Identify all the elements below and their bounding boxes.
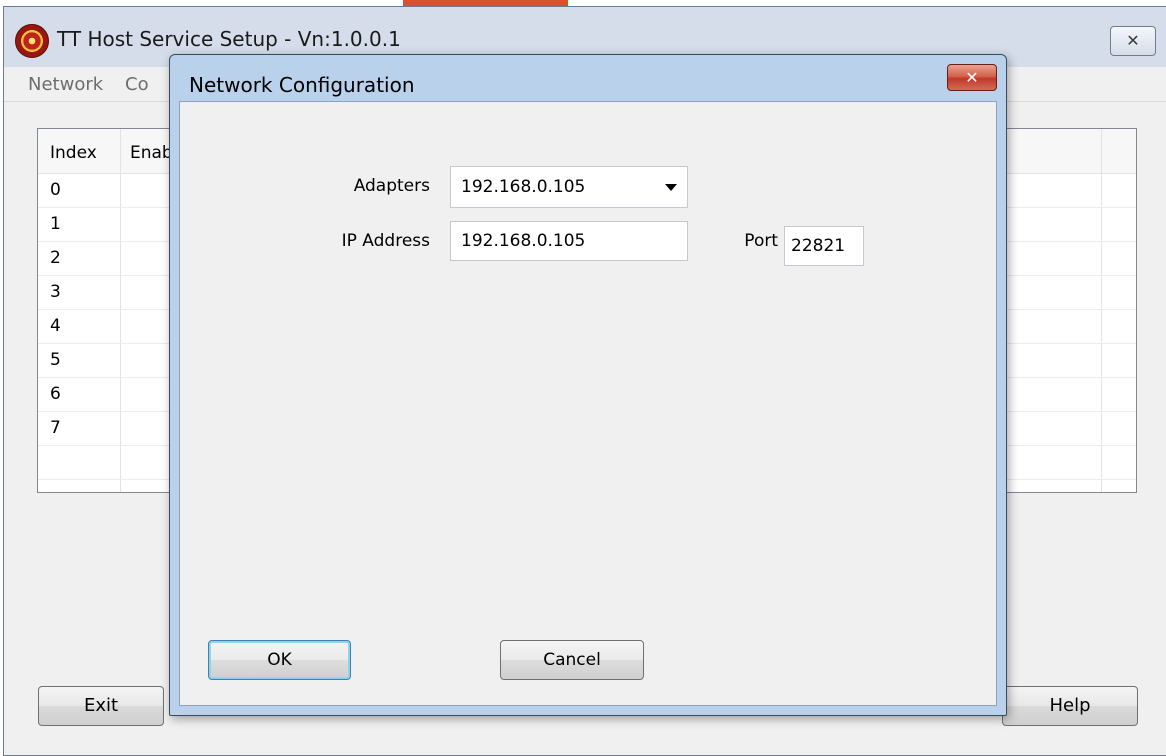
main-title-bar: TT Host Service Setup - Vn:1.0.0.1 ✕ (4, 7, 1166, 61)
ip-address-field[interactable]: 192.168.0.105 (450, 221, 688, 261)
row-index: 0 (50, 180, 61, 200)
close-icon[interactable]: ✕ (947, 64, 997, 91)
column-header-index[interactable]: Index (50, 143, 97, 163)
row-index: 2 (50, 248, 61, 268)
cancel-button[interactable]: Cancel (500, 640, 644, 680)
menu-config[interactable]: Co (125, 74, 149, 95)
row-index: 4 (50, 316, 61, 336)
exit-button[interactable]: Exit (38, 686, 164, 726)
row-index: 6 (50, 384, 61, 404)
ok-button[interactable]: OK (208, 640, 351, 680)
row-index: 7 (50, 418, 61, 438)
ip-address-label: IP Address (341, 231, 430, 251)
row-index: 5 (50, 350, 61, 370)
dialog-client-area: Adapters 192.168.0.105 IP Address 192.16… (179, 101, 997, 706)
port-field[interactable]: 22821 (784, 226, 864, 266)
adapters-selected-value: 192.168.0.105 (461, 177, 586, 197)
column-header-enabled[interactable]: Enab (130, 143, 173, 163)
menu-network[interactable]: Network (28, 74, 103, 95)
help-button[interactable]: Help (1002, 686, 1138, 726)
row-index: 1 (50, 214, 61, 234)
row-index: 3 (50, 282, 61, 302)
adapters-label: Adapters (353, 176, 430, 196)
port-label: Port (744, 231, 778, 251)
adapters-dropdown[interactable]: 192.168.0.105 (450, 166, 688, 208)
network-configuration-dialog: Network Configuration ✕ Adapters 192.168… (169, 54, 1007, 716)
chevron-down-icon[interactable] (665, 184, 677, 191)
antenna-badge-icon (15, 24, 49, 58)
main-window-title: TT Host Service Setup - Vn:1.0.0.1 (57, 27, 401, 51)
dialog-title: Network Configuration (189, 73, 415, 97)
close-icon[interactable]: ✕ (1110, 26, 1156, 56)
